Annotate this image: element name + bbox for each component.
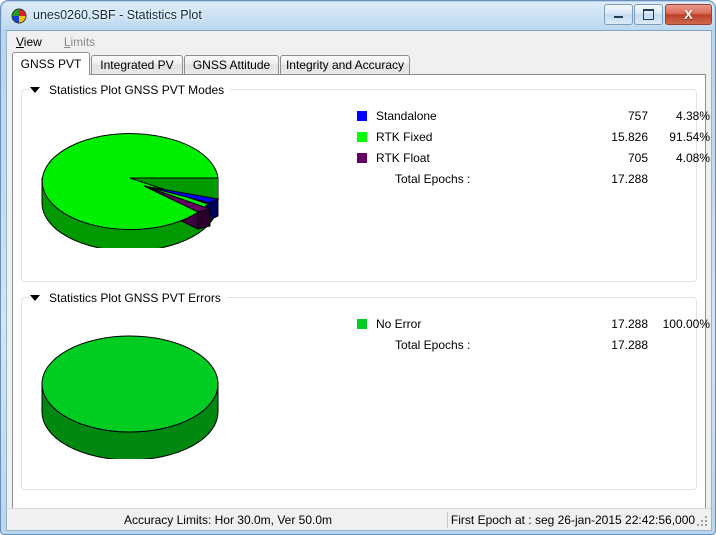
tab-integrated-pv[interactable]: Integrated PV — [91, 55, 183, 74]
menu-view-mnemonic: V — [16, 34, 24, 49]
menubar: View Limits — [7, 31, 711, 52]
tabstrip-underline — [12, 74, 706, 75]
pie-chart-gnss-pvt-modes — [32, 108, 317, 248]
menu-view-rest: iew — [23, 34, 42, 49]
tab-gnss-pvt-label: GNSS PVT — [20, 57, 82, 71]
legend-label-no-error: No Error — [376, 316, 422, 331]
legend-row-no-error: No Error 17.288 100.00% — [357, 313, 710, 334]
legend-percent-standalone: 4.38% — [675, 108, 710, 123]
menu-item-limits[interactable]: Limits — [64, 35, 95, 49]
menu-limits-mnemonic: L — [63, 34, 71, 49]
pie-slice-no-error-top — [41, 335, 219, 433]
status-first-epoch: First Epoch at : seg 26-jan-2015 22:42:5… — [450, 513, 696, 527]
legend-row-standalone: Standalone 757 4.38% — [357, 105, 710, 126]
groupbox-errors-title: Statistics Plot GNSS PVT Errors — [49, 291, 221, 305]
maximize-icon — [635, 5, 662, 24]
status-accuracy-limits: Accuracy Limits: Hor 30.0m, Ver 50.0m — [123, 513, 333, 527]
caption-button-group: X — [603, 4, 712, 25]
legend-swatch-rtk-float — [357, 152, 367, 163]
legend-swatch-no-error — [357, 318, 367, 329]
menu-limits-rest: imits — [70, 34, 96, 49]
collapse-chevron-down-icon[interactable] — [30, 295, 40, 301]
close-icon: X — [684, 7, 693, 22]
legend-label-rtk-fixed: RTK Fixed — [376, 129, 433, 144]
window-title: unes0260.SBF - Statistics Plot — [33, 8, 202, 22]
tab-integrity-and-accuracy[interactable]: Integrity and Accuracy — [280, 55, 410, 74]
legend-row-rtk-fixed: RTK Fixed 15.826 91.54% — [357, 126, 710, 147]
minimize-button[interactable] — [604, 4, 633, 25]
tab-integrated-pv-label: Integrated PV — [100, 58, 174, 72]
legend-percent-rtk-fixed: 91.54% — [669, 129, 710, 144]
legend-count-total-epochs-modes: 17.288 — [611, 171, 648, 186]
legend-row-total-epochs-errors: Total Epochs : 17.288 — [357, 334, 710, 355]
legend-swatch-spacer — [357, 340, 367, 350]
legend-row-total-epochs-modes: Total Epochs : 17.288 — [357, 168, 710, 189]
maximize-button[interactable] — [634, 4, 663, 25]
titlebar[interactable]: unes0260.SBF - Statistics Plot X — [1, 1, 716, 31]
legend-label-rtk-float: RTK Float — [376, 150, 430, 165]
legend-swatch-rtk-fixed — [357, 131, 367, 142]
resize-grip-icon[interactable] — [696, 515, 708, 527]
tabstrip: GNSS PVT Integrated PV GNSS Attitude Int… — [12, 52, 706, 75]
legend-gnss-pvt-errors: No Error 17.288 100.00% Total Epochs : 1… — [357, 313, 710, 355]
statusbar-separator — [447, 512, 448, 528]
pie-chart-app-icon — [11, 8, 27, 24]
legend-count-standalone: 757 — [627, 108, 648, 123]
legend-count-total-epochs-errors: 17.288 — [611, 337, 648, 352]
minimize-icon — [605, 5, 632, 24]
tab-gnss-attitude[interactable]: GNSS Attitude — [184, 55, 279, 74]
tab-gnss-pvt[interactable]: GNSS PVT — [12, 52, 90, 75]
legend-count-rtk-fixed: 15.826 — [611, 129, 648, 144]
application-window: unes0260.SBF - Statistics Plot X View Li… — [0, 0, 716, 535]
groupbox-modes-header[interactable]: Statistics Plot GNSS PVT Modes — [30, 82, 231, 98]
legend-count-no-error: 17.288 — [611, 316, 648, 331]
legend-label-total-epochs-modes: Total Epochs : — [395, 171, 471, 186]
client-area: View Limits GNSS PVT Integrated PV GNSS … — [6, 30, 712, 531]
legend-label-total-epochs-errors: Total Epochs : — [395, 337, 471, 352]
legend-gnss-pvt-modes: Standalone 757 4.38% RTK Fixed 15.826 91… — [357, 105, 710, 189]
tab-integrity-accuracy-label: Integrity and Accuracy — [285, 58, 405, 72]
collapse-chevron-down-icon[interactable] — [30, 87, 40, 93]
legend-percent-no-error: 100.00% — [662, 316, 710, 331]
legend-swatch-spacer — [357, 174, 367, 184]
legend-row-rtk-float: RTK Float 705 4.08% — [357, 147, 710, 168]
legend-count-rtk-float: 705 — [627, 150, 648, 165]
pie-chart-gnss-pvt-errors — [32, 324, 317, 459]
groupbox-modes-title: Statistics Plot GNSS PVT Modes — [49, 83, 225, 97]
groupbox-gnss-pvt-modes: Statistics Plot GNSS PVT Modes Standalon… — [21, 82, 710, 282]
tab-page-gnss-pvt: Statistics Plot GNSS PVT Modes Standalon… — [12, 75, 710, 511]
tab-gnss-attitude-label: GNSS Attitude — [192, 58, 271, 72]
close-button[interactable]: X — [665, 4, 712, 25]
groupbox-errors-header[interactable]: Statistics Plot GNSS PVT Errors — [30, 290, 227, 306]
legend-percent-rtk-float: 4.08% — [675, 150, 710, 165]
groupbox-gnss-pvt-errors: Statistics Plot GNSS PVT Errors No Error… — [21, 290, 710, 490]
legend-swatch-standalone — [357, 110, 367, 121]
menu-item-view[interactable]: View — [16, 35, 42, 49]
statusbar: Accuracy Limits: Hor 30.0m, Ver 50.0m Fi… — [7, 508, 711, 530]
legend-label-standalone: Standalone — [376, 108, 437, 123]
